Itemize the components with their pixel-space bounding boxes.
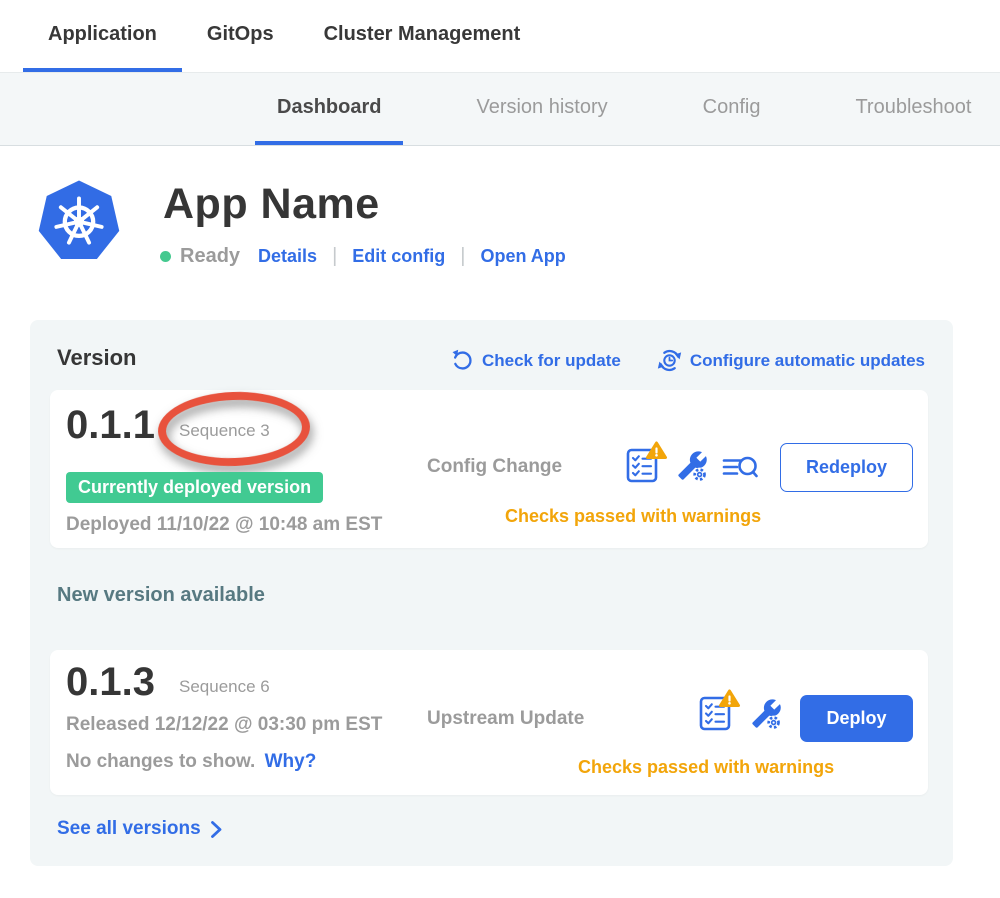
- app-status-row: Ready Details | Edit config | Open App: [160, 243, 566, 269]
- wrench-gear-icon[interactable]: [677, 450, 708, 486]
- checklist-warning-icon[interactable]: [698, 688, 741, 737]
- status-badge: Ready: [180, 245, 240, 268]
- divider: |: [460, 245, 465, 268]
- new-version-banner: New version available: [57, 584, 265, 607]
- no-changes-label: No changes to show.: [66, 751, 255, 772]
- configure-automatic-updates-label: Configure automatic updates: [690, 351, 925, 371]
- check-for-update-label: Check for update: [482, 351, 621, 371]
- edit-config-link[interactable]: Edit config: [352, 246, 445, 267]
- app-sub-nav: Dashboard Version history Config Trouble…: [0, 72, 1000, 146]
- file-search-icon[interactable]: [722, 453, 759, 489]
- tab-config[interactable]: Config: [681, 73, 783, 145]
- kubernetes-logo: [36, 176, 122, 264]
- tab-application[interactable]: Application: [23, 0, 182, 72]
- why-link[interactable]: Why?: [265, 751, 317, 772]
- redeploy-button[interactable]: Redeploy: [780, 443, 913, 492]
- currently-deployed-badge: Currently deployed version: [66, 472, 323, 503]
- no-changes-text: No changes to show. Why?: [66, 751, 316, 773]
- admin-console-page: Application GitOps Cluster Management Da…: [0, 0, 1000, 898]
- version-panel: Version Check for update: [30, 320, 953, 866]
- version-actions: Check for update Configure automatic upd…: [451, 348, 925, 373]
- chevron-right-icon: [210, 820, 223, 839]
- tab-gitops[interactable]: GitOps: [182, 0, 299, 72]
- current-change-type: Config Change: [427, 456, 562, 478]
- current-checks-status: Checks passed with warnings: [505, 506, 761, 527]
- version-heading: Version: [57, 345, 136, 371]
- current-version-number: 0.1.1: [66, 403, 155, 448]
- tab-dashboard[interactable]: Dashboard: [255, 73, 403, 145]
- current-version-sequence: Sequence 3: [179, 421, 270, 441]
- new-change-type: Upstream Update: [427, 708, 584, 730]
- configure-automatic-updates-link[interactable]: Configure automatic updates: [657, 348, 925, 373]
- refresh-icon: [451, 349, 474, 372]
- current-version-card: 0.1.1 Sequence 3 Currently deployed vers…: [50, 390, 928, 548]
- top-nav: Application GitOps Cluster Management: [0, 0, 1000, 72]
- tab-troubleshoot[interactable]: Troubleshoot: [833, 73, 993, 145]
- details-link[interactable]: Details: [258, 246, 317, 267]
- deploy-button[interactable]: Deploy: [800, 695, 913, 742]
- released-timestamp: Released 12/12/22 @ 03:30 pm EST: [66, 714, 382, 736]
- status-dot: [160, 251, 171, 262]
- checklist-warning-icon[interactable]: [625, 440, 668, 489]
- tab-version-history[interactable]: Version history: [454, 73, 629, 145]
- see-all-versions-label: See all versions: [57, 818, 201, 840]
- deployed-timestamp: Deployed 11/10/22 @ 10:48 am EST: [66, 514, 382, 536]
- wrench-gear-icon[interactable]: [751, 698, 782, 734]
- check-for-update-link[interactable]: Check for update: [451, 348, 621, 373]
- tab-cluster-management[interactable]: Cluster Management: [299, 0, 546, 72]
- schedule-refresh-icon: [657, 348, 682, 373]
- new-version-card: 0.1.3 Sequence 6 Released 12/12/22 @ 03:…: [50, 650, 928, 795]
- new-version-number: 0.1.3: [66, 660, 155, 705]
- open-app-link[interactable]: Open App: [480, 246, 565, 267]
- divider: |: [332, 245, 337, 268]
- see-all-versions-link[interactable]: See all versions: [57, 818, 223, 840]
- page-title: App Name: [163, 180, 380, 229]
- new-version-sequence: Sequence 6: [179, 677, 270, 697]
- new-checks-status: Checks passed with warnings: [578, 757, 834, 778]
